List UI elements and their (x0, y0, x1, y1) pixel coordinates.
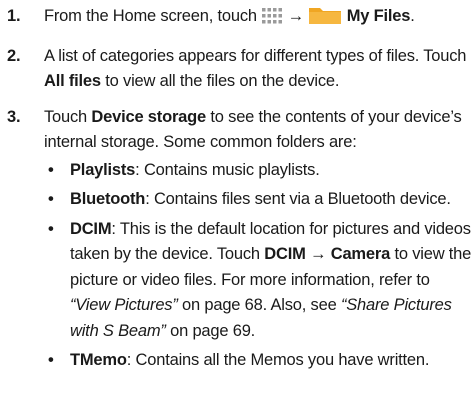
my-files-folder-icon (308, 5, 342, 34)
instruction-page: 1. From the Home screen, touch → My File… (0, 0, 472, 398)
folder-name: DCIM (70, 219, 112, 238)
step-number: 3. (7, 107, 21, 126)
apps-grid-icon (261, 7, 283, 34)
step-number: 2. (7, 46, 21, 65)
list-item: • TMemo: Contains all the Memos you have… (44, 348, 472, 374)
device-storage-label: Device storage (91, 107, 207, 126)
bullet: • (48, 190, 54, 208)
my-files-label: My Files (346, 7, 411, 25)
all-files-label: All files (44, 72, 101, 90)
dcim-path-label: DCIM (264, 245, 306, 263)
folder-desc: : Contains all the Memos you have writte… (126, 351, 430, 369)
folder-list: • Playlists: Contains music playlists. •… (44, 158, 472, 374)
step-3: 3. Touch Device storage to see the conte… (0, 105, 472, 374)
list-item: • DCIM: This is the default location for… (44, 217, 472, 345)
folder-desc: : Contains files sent via a Bluetooth de… (145, 190, 451, 208)
arrow: → (287, 7, 305, 25)
step-text: A list of categories appears for differe… (44, 46, 467, 65)
folder-desc: on page 69. (165, 321, 256, 340)
step-text: to view all the files on the device. (100, 72, 340, 90)
list-item: • Playlists: Contains music playlists. (44, 158, 472, 184)
bullet: • (48, 351, 54, 369)
period: . (410, 7, 415, 25)
cross-reference: “View Pictures” (70, 296, 178, 314)
step-number: 1. (7, 7, 21, 25)
step-1: 1. From the Home screen, touch → My File… (0, 4, 472, 34)
folder-name: Bluetooth (70, 190, 146, 208)
step-text: From the Home screen, touch (44, 7, 262, 25)
folder-name: TMemo (70, 351, 127, 369)
camera-label: Camera (330, 245, 391, 263)
bullet: • (48, 160, 54, 179)
folder-name: Playlists (70, 160, 136, 179)
step-2: 2. A list of categories appears for diff… (0, 44, 472, 95)
arrow: → (310, 245, 327, 263)
list-item: • Bluetooth: Contains files sent via a B… (44, 187, 472, 213)
step-text: Touch (44, 107, 92, 126)
folder-desc: on page 68. Also, see (177, 296, 341, 314)
bullet: • (48, 219, 54, 238)
folder-desc: : Contains music playlists. (135, 160, 320, 179)
